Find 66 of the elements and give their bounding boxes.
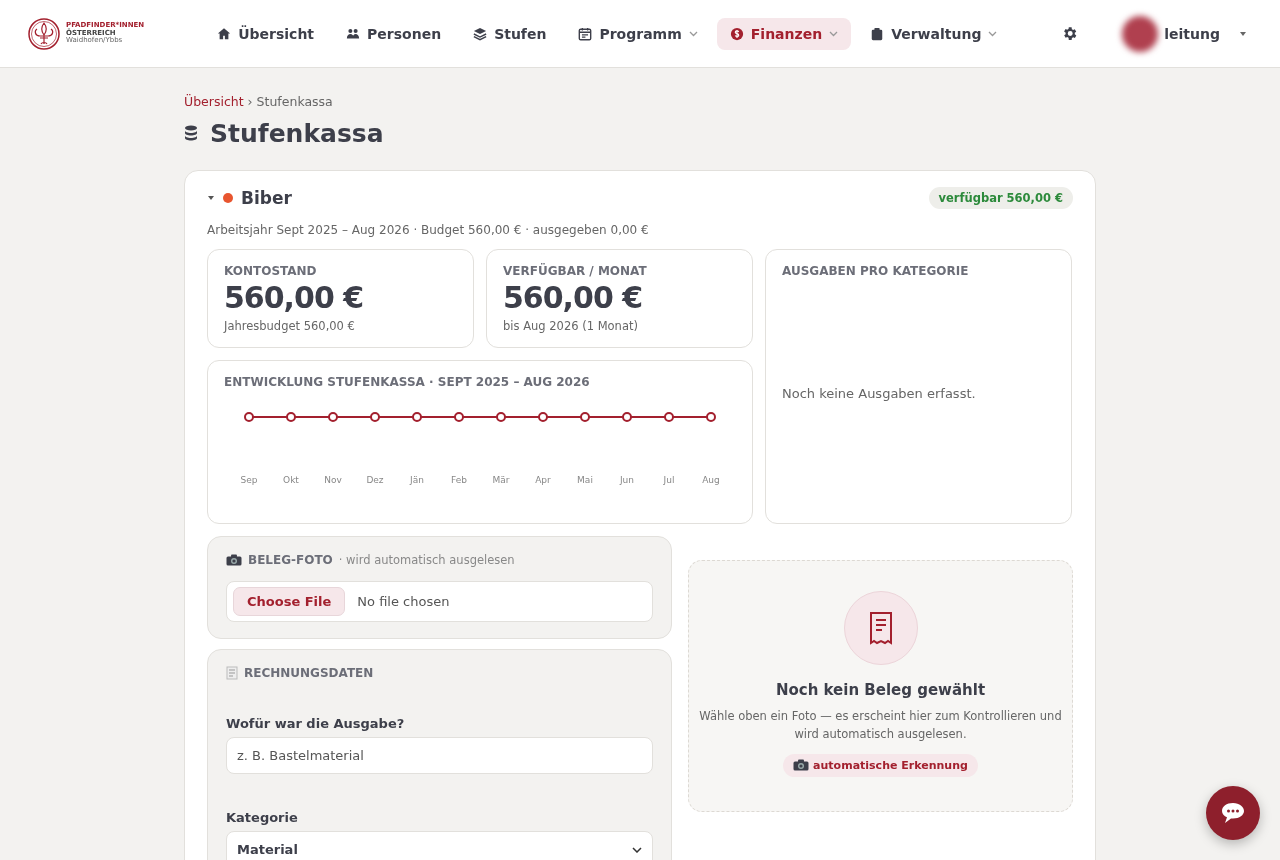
layers-icon xyxy=(473,26,488,41)
stat-value: 560,00 € xyxy=(503,280,644,315)
month-label: Sep xyxy=(239,475,259,485)
empty-message: Noch keine Ausgaben erfasst. xyxy=(782,386,977,401)
stat-note: bis Aug 2026 (1 Monat) xyxy=(503,319,639,333)
nav-item[interactable]: Programm xyxy=(565,17,711,50)
file-status: No file chosen xyxy=(357,594,450,609)
group-summary: Arbeitsjahr Sept 2025 – Aug 2026 · Budget 560,00 € · ausgegeben 0,00 € xyxy=(207,223,650,237)
select-field[interactable]: Material xyxy=(226,831,653,860)
dollar-icon xyxy=(729,26,744,41)
receipt-icon xyxy=(226,666,238,680)
nav-item[interactable]: Verwaltung xyxy=(857,17,1011,50)
clipboard-icon xyxy=(870,26,885,41)
month-label: Apr xyxy=(534,475,552,485)
month-label: Nov xyxy=(323,475,343,485)
preview-title: Noch kein Beleg gewählt xyxy=(775,681,986,699)
panel-title: AUSGABEN PRO KATEGORIE xyxy=(782,264,970,278)
breadcrumb-current: Stufenkassa xyxy=(256,94,333,109)
stat-value: 560,00 € xyxy=(224,280,365,315)
preview-text: Wähle oben ein Foto — es erscheint hier zum Kontrollieren und wird automatisch ausgelesen. xyxy=(698,708,1063,744)
home-icon xyxy=(217,26,232,41)
user-menu[interactable]: leitung xyxy=(1116,14,1252,53)
choose-file-button[interactable]: Choose File xyxy=(233,587,346,616)
input-field[interactable]: z. B. Bastelmaterial xyxy=(226,737,653,774)
stat-note: Jahresbudget 560,00 € xyxy=(224,319,356,333)
chat-icon xyxy=(1220,801,1246,825)
page-title: Stufenkassa xyxy=(210,119,384,148)
breadcrumb-link[interactable]: Übersicht xyxy=(184,94,244,109)
field-label: Wofür war die Ausgabe? xyxy=(226,716,406,731)
people-icon xyxy=(346,26,361,41)
settings-icon[interactable] xyxy=(1061,25,1079,42)
available-badge: verfügbar 560,00 € xyxy=(928,187,1073,209)
month-label: Dez xyxy=(365,475,385,485)
recognition-badge: automatische Erkennung xyxy=(783,753,978,777)
month-label: Jun xyxy=(618,475,636,485)
caret-icon[interactable] xyxy=(207,195,215,201)
nav-item[interactable]: Übersicht xyxy=(204,17,328,50)
stat-label: VERFÜGBAR / MONAT xyxy=(503,264,648,278)
logo-icon xyxy=(28,17,60,50)
field-label: Kategorie xyxy=(226,810,299,825)
breadcrumb-separator: › xyxy=(247,94,253,109)
calendar-icon xyxy=(578,26,593,41)
database-icon xyxy=(184,125,198,142)
month-label: Okt xyxy=(282,475,300,485)
month-label: Aug xyxy=(701,475,721,485)
chart-title: ENTWICKLUNG STUFENKASSA · SEPT 2025 – AUG 2026 xyxy=(224,375,591,389)
month-label: Mai xyxy=(576,475,594,485)
receipt-icon xyxy=(868,611,893,645)
group-name: Biber xyxy=(241,188,292,208)
section-title: RECHNUNGSDATEN xyxy=(244,666,374,680)
month-label: Jän xyxy=(408,475,425,485)
file-input[interactable]: Choose File No file chosen xyxy=(226,581,653,622)
camera-icon xyxy=(793,759,810,772)
nav-item[interactable]: Personen xyxy=(333,17,455,50)
stat-label: KONTOSTAND xyxy=(224,264,318,278)
nav-item[interactable]: Finanzen xyxy=(716,17,852,50)
chat-button[interactable] xyxy=(1206,786,1260,840)
month-label: Mär xyxy=(491,475,511,485)
month-label: Jul xyxy=(662,475,676,485)
month-label: Feb xyxy=(450,475,468,485)
chevron-icon xyxy=(632,846,642,853)
camera-icon xyxy=(226,554,242,566)
section-hint: · wird automatisch ausgelesen xyxy=(338,553,515,567)
nav-item[interactable]: Stufen xyxy=(460,17,560,50)
caret-icon xyxy=(1240,31,1246,36)
section-title: BELEG-FOTO xyxy=(248,553,333,567)
